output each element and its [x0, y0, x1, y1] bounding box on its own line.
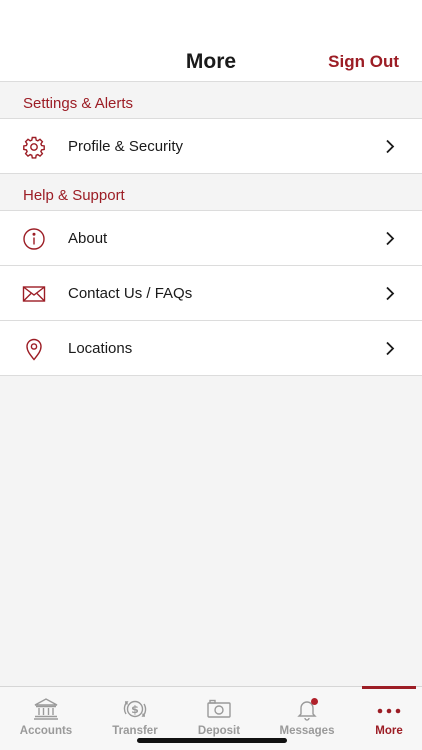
menu-item-locations[interactable]: Locations — [0, 321, 422, 376]
tab-accounts[interactable]: Accounts — [4, 687, 88, 750]
nav-header: More Sign Out — [0, 0, 422, 82]
tab-label: More — [375, 725, 403, 737]
tab-more[interactable]: More — [347, 687, 422, 750]
bell-icon — [297, 698, 318, 721]
menu-item-contact-faqs[interactable]: Contact Us / FAQs — [0, 266, 422, 321]
info-icon — [23, 228, 45, 250]
svg-text:$: $ — [131, 703, 139, 716]
more-screen: More Sign Out Settings & Alerts Profile … — [0, 0, 422, 750]
envelope-icon — [22, 286, 46, 302]
menu-item-label: Profile & Security — [68, 138, 184, 155]
tab-label: Accounts — [19, 725, 73, 737]
camera-icon — [207, 699, 231, 718]
chevron-right-icon — [386, 139, 395, 154]
gear-icon — [23, 136, 45, 159]
tab-label: Messages — [279, 725, 335, 737]
tab-label: Deposit — [197, 725, 241, 737]
chevron-right-icon — [386, 286, 395, 301]
section-title: Settings & Alerts — [23, 95, 134, 112]
menu-item-label: About — [68, 230, 108, 247]
chevron-right-icon — [386, 231, 395, 246]
money-transfer-icon: $ — [123, 700, 147, 718]
chevron-right-icon — [386, 341, 395, 356]
section-title: Help & Support — [23, 187, 125, 204]
section-header-help-support: Help & Support — [0, 174, 422, 211]
notification-badge — [311, 698, 318, 705]
more-dots-icon — [377, 708, 401, 714]
home-indicator — [137, 738, 287, 743]
section-header-settings-alerts: Settings & Alerts — [0, 82, 422, 119]
location-pin-icon — [26, 338, 42, 361]
menu-item-label: Contact Us / FAQs — [68, 285, 193, 302]
menu-item-profile-security[interactable]: Profile & Security — [0, 119, 422, 174]
sign-out-button[interactable]: Sign Out — [328, 52, 399, 72]
menu-item-about[interactable]: About — [0, 211, 422, 266]
bank-icon — [34, 698, 58, 720]
menu-item-label: Locations — [68, 340, 133, 357]
tab-label: Transfer — [112, 725, 158, 737]
